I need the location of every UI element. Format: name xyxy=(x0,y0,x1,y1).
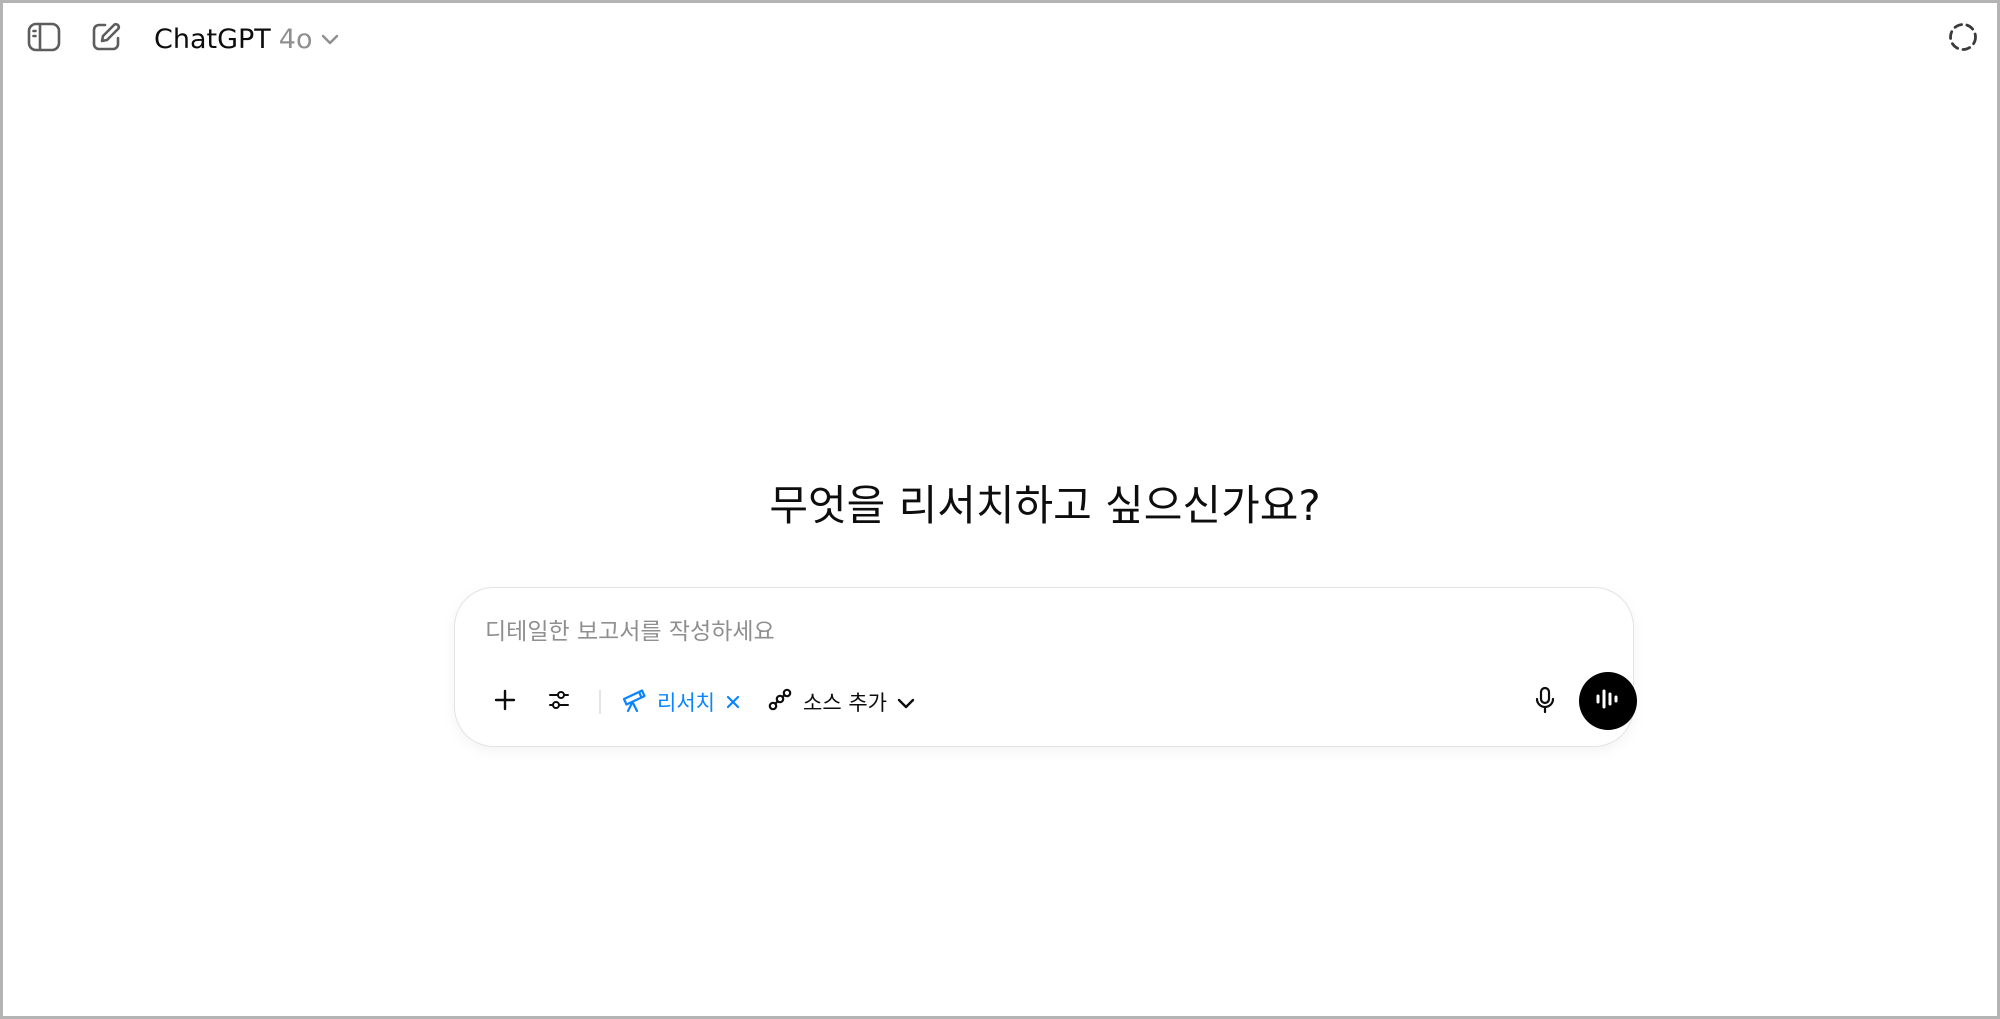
model-name: ChatGPT xyxy=(154,23,271,55)
dictation-button[interactable] xyxy=(1523,680,1567,724)
model-switcher[interactable]: ChatGPT 4o xyxy=(146,18,347,60)
temporary-chat-button[interactable] xyxy=(1939,15,1987,63)
add-sources-button[interactable]: 소스 추가 xyxy=(759,680,923,724)
link-icon xyxy=(767,687,793,718)
new-chat-button[interactable] xyxy=(82,15,130,63)
close-icon[interactable] xyxy=(725,694,741,710)
research-chip[interactable]: 리서치 xyxy=(613,680,749,724)
sidebar-icon xyxy=(27,22,61,56)
dashed-circle-icon xyxy=(1947,21,1979,57)
voice-mode-button[interactable] xyxy=(1579,672,1637,730)
microphone-icon xyxy=(1533,686,1557,718)
model-version: 4o xyxy=(278,23,313,55)
chevron-down-icon xyxy=(321,30,339,49)
composer-toolbar: 리서치 소스 추가 xyxy=(471,672,1637,730)
chevron-down-icon xyxy=(897,690,915,714)
tools-button[interactable] xyxy=(537,680,581,724)
research-chip-label: 리서치 xyxy=(657,691,715,715)
attach-button[interactable] xyxy=(483,680,527,724)
sliders-icon xyxy=(547,688,571,716)
edit-icon xyxy=(90,21,122,57)
telescope-icon xyxy=(621,687,647,718)
page-headline: 무엇을 리서치하고 싶으신가요? xyxy=(769,481,1321,530)
top-bar: ChatGPT 4o xyxy=(0,0,2000,78)
composer: 리서치 소스 추가 xyxy=(454,587,1637,747)
toolbar-divider xyxy=(599,690,601,714)
plus-icon xyxy=(493,688,517,716)
sources-label: 소스 추가 xyxy=(803,691,887,715)
waveform-icon xyxy=(1595,688,1621,714)
prompt-input[interactable] xyxy=(485,610,1585,654)
sidebar-toggle-button[interactable] xyxy=(20,15,68,63)
